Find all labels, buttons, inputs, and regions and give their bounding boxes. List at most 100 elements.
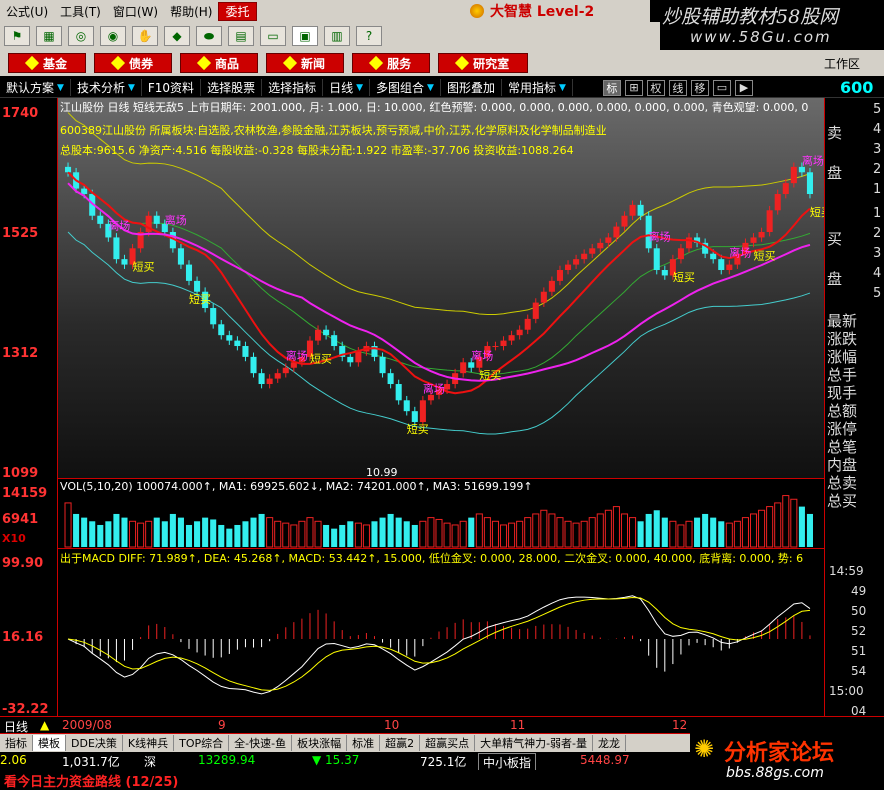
tick-time: 50 xyxy=(851,604,867,618)
workarea-label[interactable]: 工作区 xyxy=(824,55,860,72)
chart-icon[interactable]: ▤ xyxy=(228,26,254,46)
dropdown-icon: ▼ xyxy=(356,82,364,93)
volume-chart[interactable]: VOL(5,10,20) 100074.000↑, MA1: 69925.602… xyxy=(58,478,824,548)
candle-body xyxy=(581,253,588,260)
buy-signal: 短买 xyxy=(673,270,695,284)
candle-body xyxy=(65,166,72,173)
candle-body xyxy=(806,172,813,195)
nav-bond-icon xyxy=(110,55,126,71)
menu-tools[interactable]: 工具(T) xyxy=(54,3,107,20)
func-multi-chart[interactable]: 多图组合 ▼ xyxy=(370,79,441,96)
menu-trade[interactable]: 委托 xyxy=(218,1,257,21)
volume-bar xyxy=(129,520,137,548)
tab-indicator[interactable]: 龙龙 xyxy=(593,735,627,751)
candle-body xyxy=(411,411,418,423)
volume-bar xyxy=(524,517,532,548)
tab-indicator[interactable]: 标准 xyxy=(347,735,381,751)
tick-time: 49 xyxy=(851,584,867,598)
volume-bar xyxy=(588,517,596,548)
candle-body xyxy=(419,400,426,423)
key-move[interactable]: 移 xyxy=(690,79,709,96)
hand-icon[interactable]: ✋ xyxy=(132,26,158,46)
func-default-scheme[interactable]: 默认方案 ▼ xyxy=(0,79,71,96)
key-mark[interactable]: 标 xyxy=(602,79,621,96)
price-chart[interactable]: 江山股份 日线 短线无敌5 上市日期年: 2001.000, 月: 1.000,… xyxy=(58,98,824,479)
exit-signal: 离场 xyxy=(802,153,824,167)
pill-icon[interactable]: ⬬ xyxy=(196,26,222,46)
monitor-icon[interactable]: ▭ xyxy=(260,26,286,46)
tab-indicator[interactable]: 超赢2 xyxy=(380,735,421,751)
candle-body xyxy=(113,237,120,260)
func-f10[interactable]: F10资料 xyxy=(142,79,202,96)
tab-indicator[interactable]: DDE决策 xyxy=(66,735,123,751)
diamond-icon[interactable]: ◆ xyxy=(164,26,190,46)
tab-indicator[interactable]: TOP综合 xyxy=(174,735,230,751)
sell-level: 2 xyxy=(873,162,882,177)
volume-bar xyxy=(499,524,508,548)
volume-bar xyxy=(282,522,290,548)
func-select-stock[interactable]: 选择股票 xyxy=(201,79,263,96)
window-icon[interactable]: ▣ xyxy=(292,26,318,46)
nav-news[interactable]: 新闻 xyxy=(266,53,345,73)
volume-bar xyxy=(250,517,257,547)
tick-time: 52 xyxy=(851,624,867,638)
menu-window[interactable]: 窗口(W) xyxy=(107,3,164,20)
volume-bar xyxy=(749,513,758,548)
stat-label: 总买 xyxy=(827,492,858,510)
candle-body xyxy=(540,291,547,303)
tab-indicator[interactable]: 全-快速-鱼 xyxy=(229,735,293,751)
tab-indicator[interactable]: 模板 xyxy=(33,735,66,751)
key-grid[interactable]: ⊞ xyxy=(624,79,643,96)
tab-indicator[interactable]: K线神兵 xyxy=(123,735,175,751)
volume-bar xyxy=(306,517,314,548)
nav-commodity[interactable]: 商品 xyxy=(180,53,259,73)
books-icon[interactable]: ▥ xyxy=(324,26,350,46)
buy-level: 2 xyxy=(873,226,882,241)
key-rights[interactable]: 权 xyxy=(646,79,665,96)
menu-formula[interactable]: 公式(U) xyxy=(0,3,54,20)
nav-service[interactable]: 服务 xyxy=(352,53,431,73)
func-common-indicators-label: 常用指标 xyxy=(507,81,556,95)
func-select-indicator[interactable]: 选择指标 xyxy=(262,79,324,96)
binocular-icon[interactable]: ◎ xyxy=(68,26,94,46)
candle-body xyxy=(613,226,620,238)
grid-icon[interactable]: ▦ xyxy=(36,26,62,46)
key-play[interactable]: ▶ xyxy=(734,79,753,96)
period-label[interactable]: 日线 xyxy=(4,718,28,735)
buy-signal: 短买 xyxy=(189,292,211,306)
tab-indicator[interactable]: 大单精气神力-弱者-量 xyxy=(475,735,594,751)
tab-indicator[interactable]: 超赢买点 xyxy=(420,735,476,751)
tab-indicator[interactable]: 板块涨幅 xyxy=(292,735,348,751)
func-daily[interactable]: 日线 ▼ xyxy=(323,79,371,96)
buy-signal: 短买 xyxy=(407,422,429,436)
help-icon[interactable]: ? xyxy=(356,26,382,46)
key-window[interactable]: ▭ xyxy=(712,79,731,96)
volume-bar xyxy=(354,522,362,548)
key-line[interactable]: 线 xyxy=(668,79,687,96)
candle-body xyxy=(274,373,281,379)
menu-help[interactable]: 帮助(H) xyxy=(164,3,218,20)
time-tick: 11 xyxy=(510,718,526,732)
nav-bond[interactable]: 债券 xyxy=(94,53,173,73)
buy-label: 盘 xyxy=(827,270,843,288)
volume-bar xyxy=(234,524,241,547)
volume-bar xyxy=(491,520,499,548)
candle-body xyxy=(637,204,644,216)
volume-bar xyxy=(379,517,386,547)
func-common-indicators[interactable]: 常用指标 ▼ xyxy=(502,79,573,96)
volume-bar xyxy=(113,513,120,547)
func-default-scheme-label: 默认方案 xyxy=(6,81,55,95)
volume-bar xyxy=(395,517,402,547)
flag-icon[interactable]: ⚑ xyxy=(4,26,30,46)
exit-signal: 离场 xyxy=(729,246,751,260)
func-tech-analysis[interactable]: 技术分析 ▼ xyxy=(71,79,142,96)
candle-body xyxy=(790,166,797,184)
nav-research[interactable]: 研究室 xyxy=(438,53,529,73)
func-overlay[interactable]: 图形叠加 xyxy=(441,79,502,96)
nav-fund[interactable]: 基金 xyxy=(8,53,87,73)
macd-chart[interactable]: 出于MACD DIFF: 71.989↑, DEA: 45.268↑, MACD… xyxy=(58,548,824,716)
binocular2-icon[interactable]: ◉ xyxy=(100,26,126,46)
buy-level: 1 xyxy=(873,206,882,221)
tab-indicator[interactable]: 指标 xyxy=(0,735,33,751)
volume-bar xyxy=(710,517,717,547)
